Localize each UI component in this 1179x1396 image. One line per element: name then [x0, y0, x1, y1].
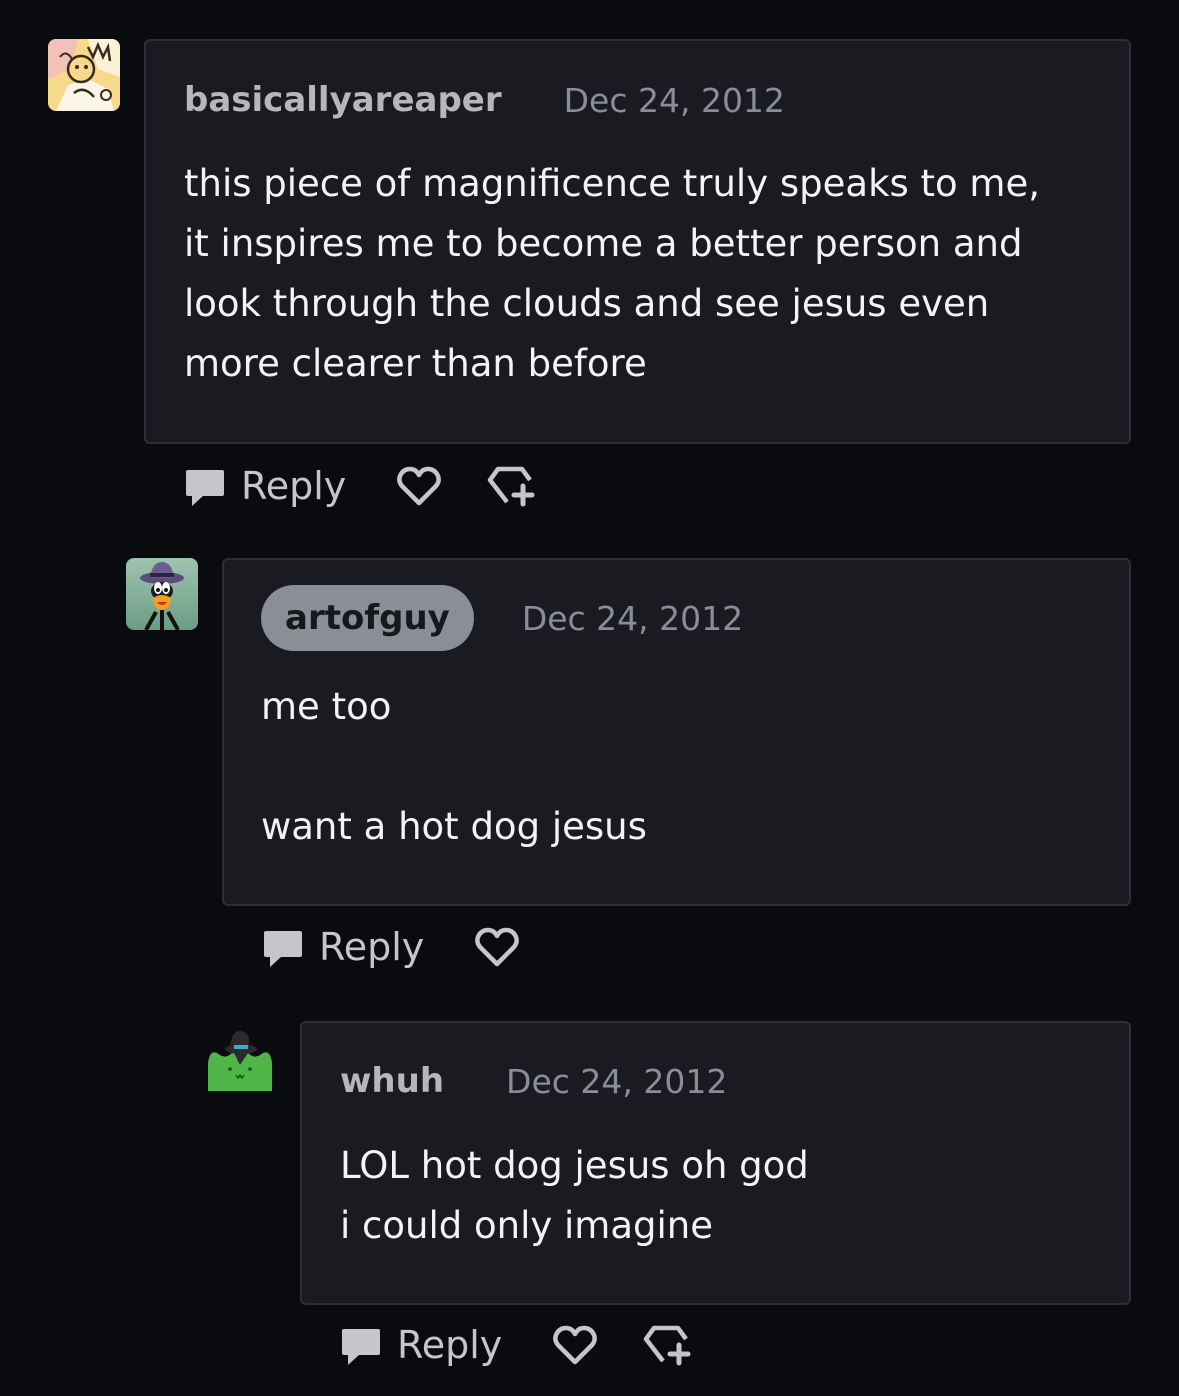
reply-label: Reply [319, 925, 425, 969]
comment-body: LOL hot dog jesus oh god i could only im… [340, 1144, 809, 1247]
comment-date: Dec 24, 2012 [521, 598, 744, 638]
comment-header: artofguy Dec 24, 2012 [261, 585, 743, 651]
avatar[interactable] [48, 39, 120, 111]
comment-actions: Reply [261, 923, 520, 971]
comment-header: whuh Dec 24, 2012 [340, 1051, 727, 1111]
reply-label: Reply [397, 1323, 503, 1367]
comment-body: me too want a hot dog jesus [261, 685, 647, 848]
comment-actions: Reply [183, 462, 536, 510]
comment-actions: Reply [339, 1321, 692, 1369]
heart-icon[interactable] [552, 1324, 598, 1366]
comment-card: artofguy Dec 24, 2012 me too want a hot … [222, 558, 1131, 906]
speech-bubble-icon [264, 931, 302, 967]
username[interactable]: whuh [340, 1061, 444, 1101]
comment-date: Dec 24, 2012 [563, 80, 785, 120]
gem-plus-icon[interactable] [642, 1323, 692, 1367]
comment-body: this piece of magnificence truly speaks … [184, 162, 1041, 385]
heart-icon[interactable] [396, 465, 442, 507]
speech-bubble-icon [186, 470, 224, 506]
avatar[interactable] [126, 558, 198, 630]
comment-card: basicallyareaper Dec 24, 2012 this piece… [144, 39, 1131, 444]
comment-header: basicallyareaper Dec 24, 2012 [184, 70, 785, 130]
reply-button[interactable]: Reply [183, 464, 346, 508]
comment-date: Dec 24, 2012 [506, 1061, 728, 1101]
reply-button[interactable]: Reply [261, 925, 424, 969]
reply-button[interactable]: Reply [339, 1323, 502, 1367]
gem-plus-icon[interactable] [486, 464, 536, 508]
op-username-badge[interactable]: artofguy [261, 585, 474, 651]
heart-icon[interactable] [474, 926, 520, 968]
comment-card: whuh Dec 24, 2012 LOL hot dog jesus oh g… [300, 1021, 1131, 1305]
reply-label: Reply [241, 464, 347, 508]
speech-bubble-icon [342, 1329, 380, 1365]
username[interactable]: basicallyareaper [184, 80, 502, 120]
avatar[interactable] [204, 1021, 276, 1093]
